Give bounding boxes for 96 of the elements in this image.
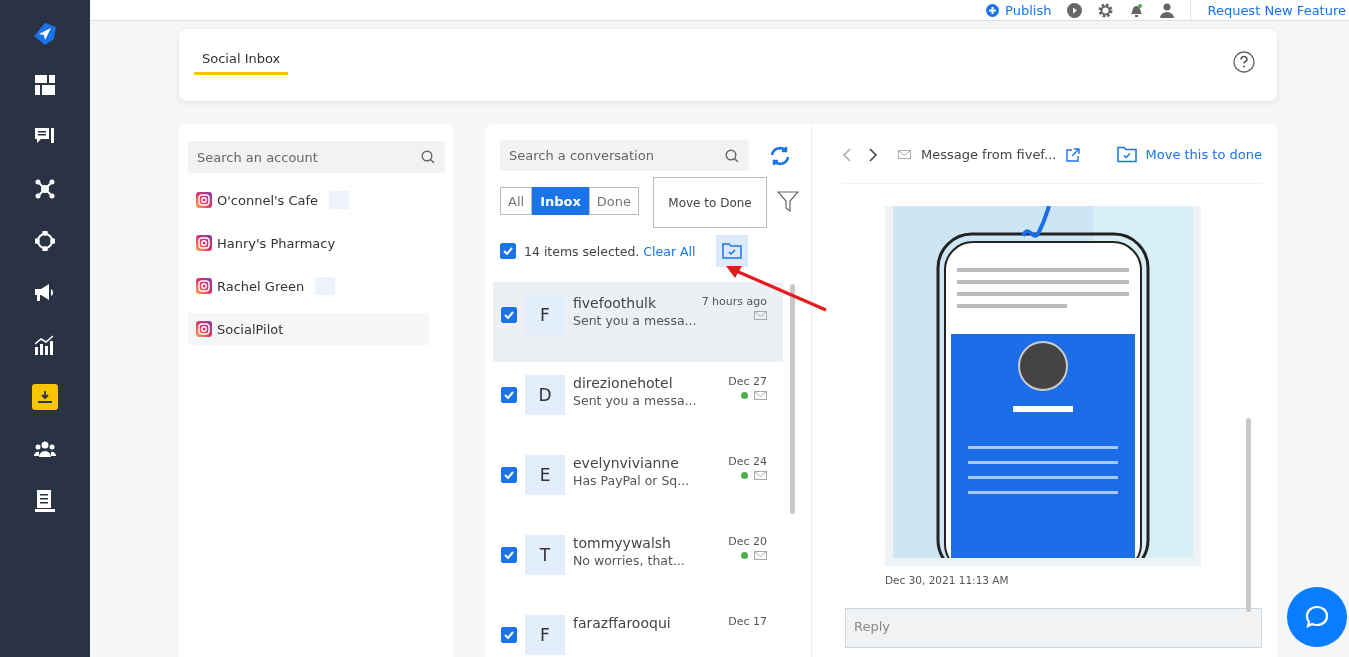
message-time: Dec 20 bbox=[728, 535, 767, 548]
message-preview: Has PayPal or Sq... bbox=[573, 473, 691, 488]
contact-name: fivefoothulk bbox=[573, 295, 657, 311]
check-icon bbox=[503, 247, 513, 255]
filter-tab[interactable]: Done bbox=[588, 187, 640, 215]
publish-link[interactable]: Publish bbox=[986, 2, 1052, 18]
account-item[interactable]: O'connel's Cafe bbox=[188, 184, 445, 216]
envelope-icon bbox=[754, 311, 767, 320]
selection-count: 14 items selected. bbox=[524, 243, 640, 259]
checkbox[interactable] bbox=[501, 547, 517, 563]
sidebar-item[interactable] bbox=[32, 228, 58, 254]
message-time: Dec 27 bbox=[728, 375, 767, 388]
comment-icon bbox=[35, 128, 55, 146]
contact-name: direzionehotel bbox=[573, 375, 674, 391]
chat-button[interactable] bbox=[1287, 587, 1347, 647]
contact-name: tommyywalsh bbox=[573, 535, 672, 551]
plus-circle-icon bbox=[986, 3, 1000, 17]
tab[interactable]: Social Inbox bbox=[194, 51, 289, 75]
scrollbar[interactable] bbox=[1246, 418, 1251, 612]
account-name: Hanry's Pharmacy bbox=[217, 235, 336, 251]
message-preview: Sent you a messa... bbox=[573, 313, 694, 328]
search-icon bbox=[421, 150, 435, 164]
instagram-icon bbox=[196, 321, 212, 337]
contact-name: evelynvivianne bbox=[573, 455, 680, 471]
grid-icon bbox=[35, 75, 55, 95]
filter-icon[interactable] bbox=[777, 190, 800, 212]
check-icon bbox=[504, 391, 514, 399]
envelope-icon bbox=[754, 471, 767, 480]
scrollbar[interactable] bbox=[790, 284, 795, 514]
search-field[interactable]: Search a conversation bbox=[500, 140, 749, 171]
instagram-icon bbox=[196, 278, 212, 294]
request-feature-link[interactable]: Request New Feature bbox=[1207, 2, 1346, 18]
sidebar-item[interactable] bbox=[32, 488, 58, 514]
megaphone-icon bbox=[35, 284, 55, 302]
filter-tab[interactable]: Inbox bbox=[532, 187, 589, 215]
avatar: T bbox=[525, 535, 565, 575]
bell-icon[interactable] bbox=[1129, 2, 1145, 18]
message-time: Dec 24 bbox=[728, 455, 767, 468]
help-icon[interactable] bbox=[1233, 51, 1255, 73]
message-preview: Sent you a messa... bbox=[573, 393, 698, 408]
search-icon bbox=[725, 148, 739, 163]
folder-check-icon bbox=[1116, 146, 1137, 163]
check-icon bbox=[504, 471, 514, 479]
user-icon[interactable] bbox=[1160, 2, 1175, 18]
instagram-icon bbox=[196, 192, 212, 208]
check-icon bbox=[504, 631, 514, 639]
checkbox[interactable] bbox=[501, 467, 517, 483]
account-item[interactable]: SocialPilot bbox=[188, 313, 429, 345]
users-icon bbox=[34, 440, 56, 458]
account-name: O'connel's Cafe bbox=[217, 192, 319, 208]
filter-tab[interactable]: All bbox=[500, 187, 533, 215]
speech-bubble-icon bbox=[1304, 604, 1330, 630]
message-title: Message from fivef... bbox=[921, 147, 1057, 162]
checkbox[interactable] bbox=[501, 307, 517, 323]
instagram-icon bbox=[196, 235, 212, 251]
network-icon bbox=[35, 179, 55, 199]
checkbox[interactable] bbox=[501, 387, 517, 403]
conversation-item[interactable]: F fivefoothulk Sent you a messa... 7 hours ago bbox=[493, 282, 783, 362]
envelope-icon bbox=[754, 391, 767, 400]
contact-name: farazffarooqui bbox=[573, 615, 672, 631]
search-field[interactable]: Search an account bbox=[188, 141, 445, 173]
tooltip: Move to Done bbox=[653, 177, 767, 228]
avatar: F bbox=[525, 295, 565, 335]
play-icon[interactable] bbox=[1067, 2, 1083, 18]
sidebar-item[interactable] bbox=[32, 72, 58, 98]
check-icon bbox=[504, 311, 514, 319]
account-name: SocialPilot bbox=[217, 321, 284, 337]
sidebar-item[interactable] bbox=[32, 384, 58, 410]
account-item[interactable]: Rachel Green bbox=[188, 270, 445, 302]
chevron-right-icon[interactable] bbox=[868, 147, 878, 162]
account-name: Rachel Green bbox=[217, 278, 305, 294]
envelope-icon bbox=[898, 150, 911, 159]
document-icon bbox=[35, 490, 55, 512]
refresh-icon[interactable] bbox=[769, 144, 791, 167]
avatar: E bbox=[525, 455, 565, 495]
move-to-done-link[interactable]: Move this to done bbox=[1116, 146, 1262, 163]
inbox-icon bbox=[36, 388, 54, 406]
checkbox[interactable] bbox=[500, 243, 516, 259]
clear-all-link[interactable]: Clear All bbox=[643, 243, 696, 259]
external-link-icon[interactable] bbox=[1066, 147, 1081, 162]
message-preview: No worries, that... bbox=[573, 553, 686, 568]
check-icon bbox=[504, 551, 514, 559]
paper-plane-logo[interactable] bbox=[32, 22, 58, 46]
move-to-done-button[interactable] bbox=[715, 235, 748, 267]
folder-check-icon bbox=[721, 243, 742, 259]
envelope-icon bbox=[754, 551, 767, 560]
bar-chart-icon bbox=[35, 335, 55, 355]
checkbox[interactable] bbox=[501, 627, 517, 643]
account-item[interactable]: Hanry's Pharmacy bbox=[188, 227, 445, 259]
avatar: D bbox=[525, 375, 565, 415]
message-time: 7 hours ago bbox=[701, 295, 767, 308]
settings-icon[interactable] bbox=[1098, 2, 1114, 18]
message-timestamp: Dec 30, 2021 11:13 AM bbox=[885, 574, 1010, 586]
avatar: F bbox=[525, 615, 565, 655]
message-time: Dec 17 bbox=[728, 615, 767, 628]
target-icon bbox=[35, 231, 55, 251]
